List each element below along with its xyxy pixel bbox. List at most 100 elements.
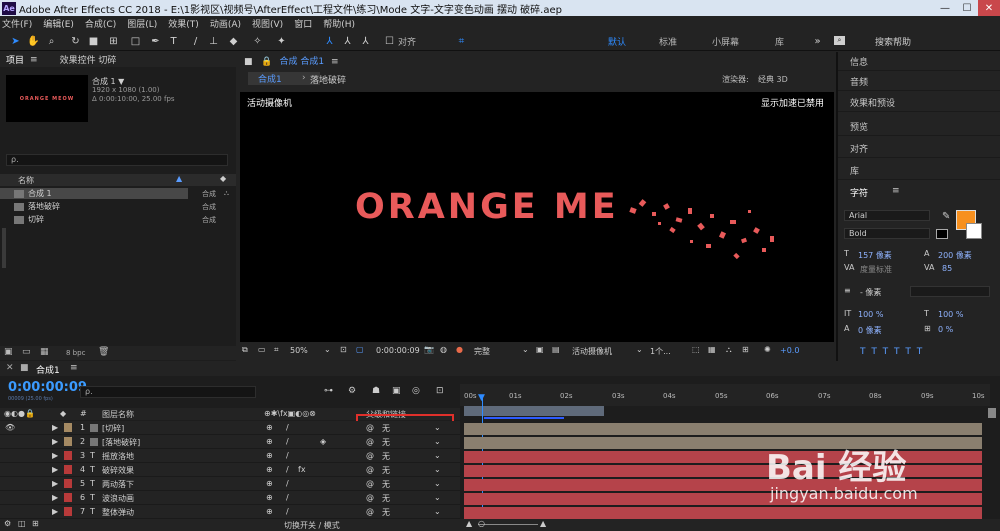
world-axis-icon[interactable]: ⅄	[340, 34, 355, 48]
label-color-swatch[interactable]	[64, 451, 72, 460]
layer-name[interactable]: 两动落下	[102, 479, 134, 490]
brush-tool-icon[interactable]: /	[188, 34, 203, 48]
layer-row[interactable]: ▶ 6 T 波浪动画 ⊕ / @ 无 ⌄	[0, 491, 460, 505]
interpret-footage-icon[interactable]: ▣	[4, 347, 13, 357]
zoom-out-icon[interactable]: ▲	[466, 519, 472, 528]
frame-blending-icon[interactable]: ▣	[392, 386, 401, 396]
label-color-swatch[interactable]	[64, 437, 72, 446]
project-item[interactable]: 合成 1	[0, 188, 188, 199]
close-tab-icon[interactable]: ✕	[6, 363, 14, 373]
tab-effect-controls[interactable]: 效果控件 切碎	[60, 53, 117, 66]
workspace-menu-icon[interactable]: »	[810, 34, 825, 48]
expand-arrow-icon[interactable]: ▶	[52, 465, 58, 474]
type-tool-icon[interactable]: T	[166, 34, 181, 48]
text-style-buttons[interactable]: TTTTTT	[860, 347, 928, 357]
search-help-icon[interactable]: ⌕	[834, 36, 845, 45]
always-preview-icon[interactable]: ⧉	[242, 345, 248, 355]
quality-switch-icon[interactable]: /	[286, 479, 289, 488]
parent-select[interactable]: 无	[382, 493, 390, 504]
label-color-swatch[interactable]	[64, 479, 72, 488]
collapse-switch-icon[interactable]: ⊕	[266, 423, 273, 432]
layer-row[interactable]: ▶ 7 T 整体弹动 ⊕ / @ 无 ⌄	[0, 505, 460, 519]
panel-menu-icon[interactable]: ≡	[331, 57, 339, 67]
layer-row[interactable]: ▶ 5 T 两动落下 ⊕ / @ 无 ⌄	[0, 477, 460, 491]
tracking-value[interactable]: 85	[942, 264, 952, 273]
snapping-checkbox[interactable]: ☐	[382, 34, 397, 48]
hand-tool-icon[interactable]: ✋	[26, 34, 41, 48]
motion-blur-icon[interactable]: ◎	[412, 386, 420, 396]
project-item[interactable]: 落地破碎	[0, 201, 188, 212]
current-time-display[interactable]: 0:00:00:09	[376, 346, 420, 355]
layer-duration-bar[interactable]	[464, 479, 982, 491]
work-area-bar[interactable]	[464, 406, 604, 416]
collapse-switch-icon[interactable]: ⊕	[266, 479, 273, 488]
tab-timeline-comp[interactable]: 合成1	[36, 363, 60, 376]
composition-viewer[interactable]: 活动摄像机 显示加速已禁用 ORANGE ME	[240, 92, 834, 342]
expand-arrow-icon[interactable]: ▶	[52, 479, 58, 488]
flowchart-icon[interactable]: ⛬	[726, 345, 732, 355]
label-color-swatch[interactable]	[64, 423, 72, 432]
panel-menu-icon[interactable]: ≡	[892, 186, 900, 196]
selection-tool-icon[interactable]: ➤	[8, 34, 23, 48]
menu-file[interactable]: 文件(F)	[2, 17, 32, 30]
quality-select[interactable]: 完整	[474, 346, 490, 357]
tab-project[interactable]: 项目	[6, 53, 24, 66]
menu-view[interactable]: 视图(V)	[252, 17, 283, 30]
view-axis-icon[interactable]: ⅄	[358, 34, 373, 48]
transfer-controls-toggle-icon[interactable]: ◫	[18, 519, 26, 528]
roto-brush-tool-icon[interactable]: ✧	[250, 34, 265, 48]
layer-duration-bar[interactable]	[464, 493, 982, 505]
resolution-icon[interactable]: ⊡	[340, 345, 347, 354]
new-folder-icon[interactable]: ▭	[22, 347, 31, 357]
sort-up-icon[interactable]: ▲	[176, 174, 182, 183]
font-size-value[interactable]: 157 像素	[858, 250, 892, 261]
grid-icon[interactable]: ⌗	[274, 345, 279, 355]
menu-effect[interactable]: 效果(T)	[168, 17, 199, 30]
pick-whip-icon[interactable]: @	[366, 437, 374, 446]
layer-row[interactable]: ▶ 2 [落地破碎] ⊕ / ◈ @ 无 ⌄	[0, 435, 460, 449]
panel-libraries[interactable]: 库	[838, 161, 1000, 180]
region-icon[interactable]: ▢	[356, 345, 364, 354]
collapse-switch-icon[interactable]: ⊕	[266, 507, 273, 516]
layer-duration-bar[interactable]	[464, 423, 982, 435]
parent-select[interactable]: 无	[382, 451, 390, 462]
menu-layer[interactable]: 图层(L)	[127, 17, 157, 30]
shy-layers-icon[interactable]: ☗	[372, 386, 380, 396]
transparency-grid-icon[interactable]: ▣	[536, 345, 544, 354]
camera-tool-icon[interactable]: ■	[86, 34, 101, 48]
parent-select[interactable]: 无	[382, 507, 390, 518]
parent-select[interactable]: 无	[382, 479, 390, 490]
panel-menu-icon[interactable]: ≡	[70, 363, 78, 373]
lock-icon[interactable]: 🔒	[261, 57, 272, 67]
expand-arrow-icon[interactable]: ▶	[52, 437, 58, 446]
collapse-switch-icon[interactable]: ⊕	[266, 493, 273, 502]
collapse-switch-icon[interactable]: ⊕	[266, 465, 273, 474]
timeline-zoom-slider[interactable]	[478, 524, 538, 525]
layer-name[interactable]: 整体弹动	[102, 507, 134, 518]
snap-options-icon[interactable]: ⌗	[454, 34, 469, 48]
menu-help[interactable]: 帮助(H)	[323, 17, 355, 30]
stroke-width-value[interactable]: - 像素	[860, 287, 881, 298]
timeline-zoom-handle[interactable]	[988, 408, 996, 418]
maximize-button[interactable]: ☐	[956, 0, 978, 16]
menu-window[interactable]: 窗口	[294, 17, 312, 30]
layer-row[interactable]: ▶ 3 T 摇放洛地 ⊕ / @ 无 ⌄	[0, 449, 460, 463]
tab-composition[interactable]: 合成 合成1	[279, 57, 324, 67]
workspace-standard[interactable]: 标准	[659, 35, 677, 48]
panel-preview[interactable]: 预览	[838, 117, 1000, 136]
comp-mini-flowchart-icon[interactable]: ⊶	[324, 386, 333, 396]
expand-arrow-icon[interactable]: ▶	[52, 423, 58, 432]
leading-value[interactable]: 200 像素	[938, 250, 972, 261]
label-color-swatch[interactable]	[64, 507, 72, 516]
delete-icon[interactable]: 🗑	[98, 347, 109, 357]
stroke-style-select[interactable]	[910, 286, 990, 297]
rotate-tool-icon[interactable]: ↻	[68, 34, 83, 48]
layer-duration-bar[interactable]	[464, 451, 982, 463]
eyedropper-icon[interactable]: ✎	[942, 211, 950, 222]
expand-arrow-icon[interactable]: ▶	[52, 507, 58, 516]
baseline-shift-value[interactable]: 0 像素	[858, 325, 882, 336]
column-layer-name[interactable]: 图层名称	[102, 409, 134, 420]
layer-name[interactable]: [切碎]	[102, 423, 124, 434]
project-search-input[interactable]: ρ.	[6, 154, 228, 166]
eraser-tool-icon[interactable]: ◆	[226, 34, 241, 48]
